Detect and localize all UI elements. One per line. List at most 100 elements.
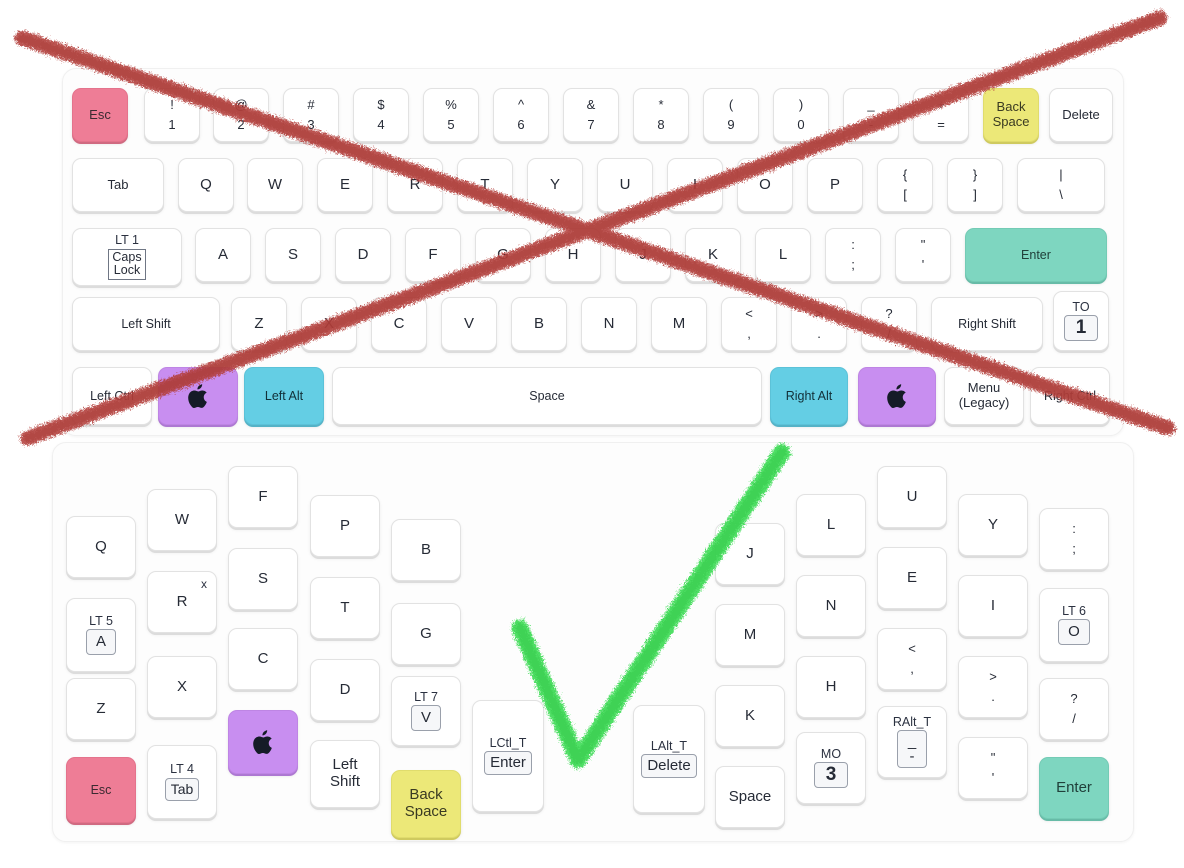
key-capslock-lt1-top[interactable]: LT 1 Caps Lock [72,228,182,286]
key-z-ergo[interactable]: Z [66,678,136,740]
key-left-ctrl-top[interactable]: Left Ctrl [72,367,152,425]
key-6-top[interactable]: ^ 6 [493,88,549,142]
key-h-ergo[interactable]: H [796,656,866,718]
key-enter-ergo[interactable]: Enter [1039,757,1109,819]
key-comma-ergo[interactable]: < , [877,628,947,690]
key-q-top[interactable]: Q [178,158,234,212]
key-l-top[interactable]: L [755,228,811,282]
key-e-top[interactable]: E [317,158,373,212]
key-right-shift-top[interactable]: Right Shift [931,297,1043,351]
key-left-shift-ergo[interactable]: Left Shift [310,740,380,808]
key-w-top[interactable]: W [247,158,303,212]
key-lctl-t-enter-ergo[interactable]: LCtl_T Enter [472,700,544,812]
key-minus-top[interactable]: _ - [843,88,899,142]
key-semicolon-top[interactable]: : ; [825,228,881,282]
key-bracket-left-top[interactable]: { [ [877,158,933,212]
key-0-top[interactable]: ) 0 [773,88,829,142]
key-backslash-top[interactable]: | \ [1017,158,1105,212]
key-a-top[interactable]: A [195,228,251,282]
key-7-top[interactable]: & 7 [563,88,619,142]
key-r-top[interactable]: R [387,158,443,212]
key-z-top[interactable]: Z [231,297,287,351]
key-right-alt-top[interactable]: Right Alt [770,367,848,425]
key-enter-top[interactable]: Enter [965,228,1107,282]
key-space-top[interactable]: Space [332,367,762,425]
key-j-ergo[interactable]: J [715,523,785,585]
key-slash-top[interactable]: ? / [861,297,917,351]
key-esc-top[interactable]: Esc [72,88,128,142]
key-left-gui-top[interactable] [158,367,238,425]
key-ralt-t-minus-ergo[interactable]: RAlt_T _ - [877,706,947,778]
key-u-ergo[interactable]: U [877,466,947,528]
key-j-top[interactable]: J [615,228,671,282]
key-v-top[interactable]: V [441,297,497,351]
key-n-top[interactable]: N [581,297,637,351]
key-5-top[interactable]: % 5 [423,88,479,142]
key-p-top[interactable]: P [807,158,863,212]
key-e-ergo[interactable]: E [877,547,947,609]
key-mo3-ergo[interactable]: MO 3 [796,732,866,804]
key-o-lt6-ergo[interactable]: LT 6 O [1039,588,1109,662]
key-o-top[interactable]: O [737,158,793,212]
key-r-ergo[interactable]: R x [147,571,217,633]
key-m-top[interactable]: M [651,297,707,351]
key-m-ergo[interactable]: M [715,604,785,666]
key-left-shift-top[interactable]: Left Shift [72,297,220,351]
key-right-ctrl-top[interactable]: Right Ctrl [1030,367,1110,425]
key-n-ergo[interactable]: N [796,575,866,637]
key-right-gui-top[interactable] [858,367,936,425]
key-x-ergo[interactable]: X [147,656,217,718]
key-tab-lt4-ergo[interactable]: LT 4 Tab [147,745,217,819]
key-f-top[interactable]: F [405,228,461,282]
key-s-top[interactable]: S [265,228,321,282]
key-i-ergo[interactable]: I [958,575,1028,637]
key-space-ergo[interactable]: Space [715,766,785,828]
key-h-top[interactable]: H [545,228,601,282]
key-backspace-ergo[interactable]: Back Space [391,770,461,838]
key-k-top[interactable]: K [685,228,741,282]
key-i-top[interactable]: I [667,158,723,212]
key-delete-top[interactable]: Delete [1049,88,1113,142]
key-backspace-top[interactable]: Back Space [983,88,1039,142]
key-4-top[interactable]: $ 4 [353,88,409,142]
key-w-ergo[interactable]: W [147,489,217,551]
key-v-lt7-ergo[interactable]: LT 7 V [391,676,461,746]
key-lalt-t-delete-ergo[interactable]: LAlt_T Delete [633,705,705,813]
key-3-top[interactable]: # 3 [283,88,339,142]
key-d-ergo[interactable]: D [310,659,380,721]
key-b-ergo[interactable]: B [391,519,461,581]
key-y-top[interactable]: Y [527,158,583,212]
key-l-ergo[interactable]: L [796,494,866,556]
key-9-top[interactable]: ( 9 [703,88,759,142]
key-k-ergo[interactable]: K [715,685,785,747]
key-to1-top[interactable]: TO 1 [1053,291,1109,351]
key-left-alt-top[interactable]: Left Alt [244,367,324,425]
key-period-ergo[interactable]: > . [958,656,1028,718]
key-tab-top[interactable]: Tab [72,158,164,212]
key-g-ergo[interactable]: G [391,603,461,665]
key-comma-top[interactable]: < , [721,297,777,351]
key-quote-ergo[interactable]: " ' [958,737,1028,799]
key-d-top[interactable]: D [335,228,391,282]
key-period-top[interactable]: > . [791,297,847,351]
key-quote-top[interactable]: " ' [895,228,951,282]
key-c-ergo[interactable]: C [228,628,298,690]
key-u-top[interactable]: U [597,158,653,212]
key-b-top[interactable]: B [511,297,567,351]
key-1-top[interactable]: ! 1 [144,88,200,142]
key-t-ergo[interactable]: T [310,577,380,639]
key-gui-ergo[interactable] [228,710,298,774]
key-y-ergo[interactable]: Y [958,494,1028,556]
key-a-lt5-ergo[interactable]: LT 5 A [66,598,136,672]
key-esc-ergo[interactable]: Esc [66,757,136,823]
key-q-ergo[interactable]: Q [66,516,136,578]
key-g-top[interactable]: G [475,228,531,282]
key-t-top[interactable]: T [457,158,513,212]
key-equal-top[interactable]: + = [913,88,969,142]
key-f-ergo[interactable]: F [228,466,298,528]
key-semicolon-ergo[interactable]: : ; [1039,508,1109,570]
key-2-top[interactable]: @ 2 [213,88,269,142]
key-bracket-right-top[interactable]: } ] [947,158,1003,212]
key-p-ergo[interactable]: P [310,495,380,557]
key-8-top[interactable]: * 8 [633,88,689,142]
